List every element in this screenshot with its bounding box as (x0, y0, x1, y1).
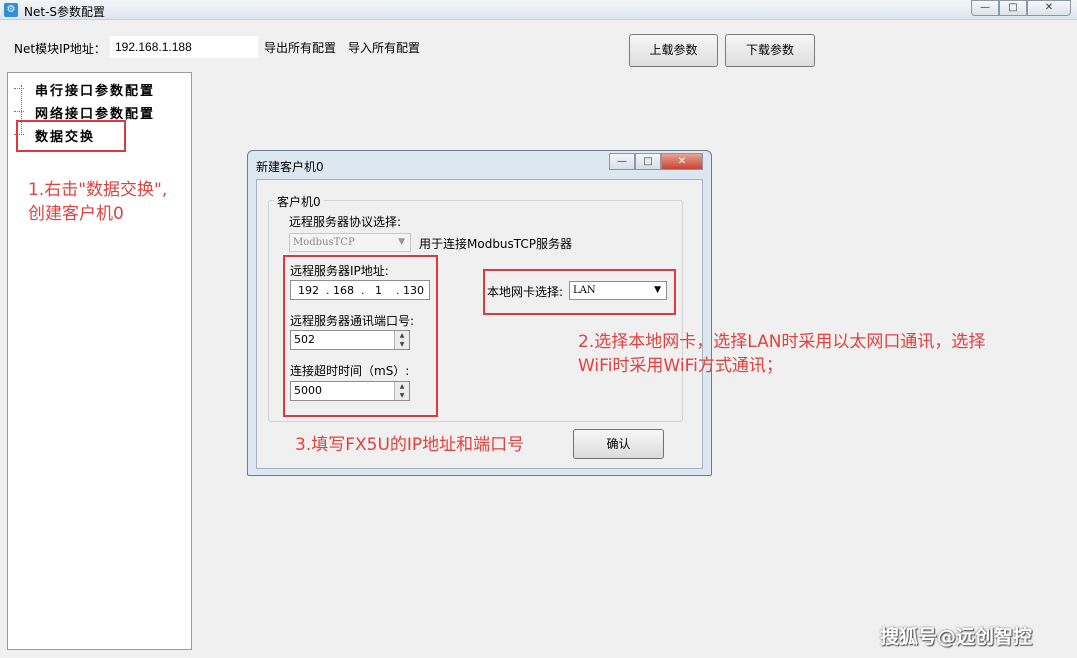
maximize-button[interactable]: □ (999, 0, 1027, 16)
highlight-nic-select (483, 269, 676, 315)
annotation-step1: 1.右击"数据交换", 创建客户机0 (28, 178, 167, 226)
import-all-button[interactable]: 导入所有配置 (348, 39, 420, 56)
window-titlebar: ⚙ Net-S参数配置 — □ ✕ (0, 0, 1077, 20)
highlight-server-settings (283, 255, 438, 417)
module-ip-label: Net模块IP地址： (14, 42, 106, 56)
annotation-step1-line2: 创建客户机0 (28, 204, 124, 224)
dialog-minimize-button[interactable]: — (609, 153, 635, 170)
chevron-down-icon: ▼ (398, 237, 405, 247)
protocol-description: 用于连接ModbusTCP服务器 (419, 237, 573, 251)
protocol-label: 远程服务器协议选择: (289, 215, 402, 229)
module-ip-input[interactable] (110, 36, 258, 58)
confirm-button[interactable]: 确认 (573, 429, 664, 459)
annotation-step2: 2.选择本地网卡，选择LAN时采用以太网口通讯，选择 WiFi时采用WiFi方式… (578, 330, 985, 378)
config-tree: 串行接口参数配置 网络接口参数配置 数据交换 (7, 72, 192, 650)
window-controls: — □ ✕ (971, 0, 1071, 16)
export-all-button[interactable]: 导出所有配置 (264, 39, 336, 56)
close-button[interactable]: ✕ (1027, 0, 1071, 16)
group-title: 客户机0 (274, 193, 324, 210)
gear-icon: ⚙ (4, 3, 18, 17)
tree-line (14, 111, 24, 112)
download-params-button[interactable]: 下载参数 (725, 34, 815, 67)
highlight-data-exchange (16, 120, 126, 152)
dialog-controls: — □ ✕ (609, 153, 703, 170)
dialog-maximize-button[interactable]: □ (635, 153, 661, 170)
tree-line (14, 88, 24, 89)
upload-params-button[interactable]: 上载参数 (629, 34, 718, 67)
toolbar: Net模块IP地址： 导出所有配置 导入所有配置 上载参数 下载参数 (0, 20, 1077, 70)
watermark: 搜狐号@远创智控 (880, 626, 1033, 648)
window-title: Net-S参数配置 (24, 5, 106, 19)
tree-item-serial[interactable]: 串行接口参数配置 (35, 80, 155, 99)
protocol-value: ModbusTCP (293, 237, 355, 248)
dialog-title: 新建客户机0 (256, 160, 324, 174)
minimize-button[interactable]: — (971, 0, 999, 16)
protocol-select[interactable]: ModbusTCP ▼ (289, 233, 411, 252)
annotation-step2-line2: WiFi时采用WiFi方式通讯； (578, 356, 783, 376)
annotation-step2-line1: 2.选择本地网卡，选择LAN时采用以太网口通讯，选择 (578, 332, 986, 352)
annotation-step3: 3.填写FX5U的IP地址和端口号 (295, 435, 525, 455)
annotation-step1-line1: 1.右击"数据交换", (28, 180, 168, 200)
dialog-close-button[interactable]: ✕ (661, 153, 703, 170)
